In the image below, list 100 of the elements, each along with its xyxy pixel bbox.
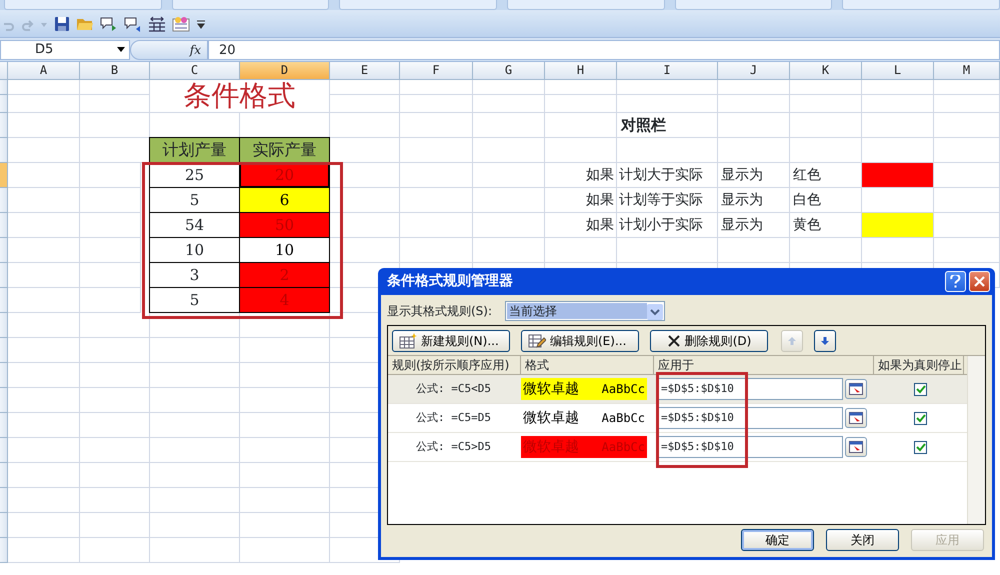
sheet-cell[interactable]: [330, 113, 400, 138]
ribbon-tab[interactable]: [172, 0, 330, 10]
sheet-cell[interactable]: [400, 95, 473, 113]
range-picker-button[interactable]: [845, 379, 867, 399]
sheet-cell[interactable]: [400, 213, 473, 238]
sheet-cell[interactable]: [80, 538, 150, 563]
sheet-cell[interactable]: [80, 263, 141, 288]
sheet-cell[interactable]: [790, 238, 862, 263]
sheet-cell[interactable]: [150, 338, 240, 363]
sheet-cell[interactable]: [80, 388, 150, 413]
column-header[interactable]: E: [330, 62, 400, 80]
sheet-cell[interactable]: [400, 113, 473, 138]
dialog-button[interactable]: 关闭: [826, 529, 899, 551]
row-header[interactable]: [0, 313, 8, 338]
edit-rule-button[interactable]: 编辑规则(E)...: [521, 330, 639, 352]
sheet-cell[interactable]: [790, 113, 862, 138]
sheet-cell[interactable]: [862, 238, 934, 263]
column-header[interactable]: H: [545, 62, 617, 80]
sheet-cell[interactable]: [934, 163, 1000, 188]
dialog-button[interactable]: 确定: [741, 529, 814, 551]
sheet-cell[interactable]: [330, 95, 400, 113]
sheet-cell[interactable]: [718, 113, 790, 138]
help-button[interactable]: [944, 271, 966, 292]
column-header[interactable]: A: [8, 62, 80, 80]
sheet-cell[interactable]: [8, 413, 80, 438]
column-header[interactable]: K: [790, 62, 862, 80]
sheet-cell[interactable]: [80, 413, 150, 438]
sheet-cell[interactable]: [240, 463, 330, 488]
row-header[interactable]: [0, 138, 8, 163]
row-header[interactable]: [0, 488, 8, 513]
range-field[interactable]: =$D$5:$D$10: [657, 436, 843, 458]
sheet-cell[interactable]: [400, 188, 473, 213]
sheet-cell[interactable]: [80, 363, 150, 388]
sheet-cell[interactable]: [150, 388, 240, 413]
sheet-cell[interactable]: [617, 80, 718, 95]
sheet-cell[interactable]: [330, 238, 400, 263]
form-icon[interactable]: [172, 16, 190, 32]
sheet-cell[interactable]: [934, 138, 1000, 163]
insert-function-button[interactable]: fx: [190, 40, 201, 58]
sheet-cell[interactable]: [8, 95, 80, 113]
comment-arrow-icon[interactable]: [124, 16, 142, 32]
sheet-cell[interactable]: [8, 188, 80, 213]
move-down-button[interactable]: [814, 330, 836, 352]
sheet-cell[interactable]: [617, 238, 718, 263]
column-header[interactable]: L: [862, 62, 934, 80]
row-header[interactable]: [0, 413, 8, 438]
sheet-cell[interactable]: [80, 95, 150, 113]
sheet-cell[interactable]: [80, 80, 150, 95]
row-header[interactable]: [0, 338, 8, 363]
column-header[interactable]: M: [934, 62, 1000, 80]
sheet-cell[interactable]: [790, 138, 862, 163]
sheet-cell[interactable]: [150, 513, 240, 538]
stop-if-true-checkbox[interactable]: [914, 440, 927, 454]
range-picker-button[interactable]: [845, 437, 867, 457]
sheet-cell[interactable]: [473, 80, 545, 95]
sheet-cell[interactable]: [8, 138, 80, 163]
sheet-cell[interactable]: [150, 313, 240, 338]
row-header[interactable]: [0, 388, 8, 413]
sheet-cell[interactable]: [8, 163, 80, 188]
sheet-cell[interactable]: [718, 95, 790, 113]
range-field[interactable]: =$D$5:$D$10: [657, 378, 843, 400]
sheet-cell[interactable]: [240, 538, 330, 563]
formula-field[interactable]: 20: [208, 40, 1000, 60]
sheet-cell[interactable]: [150, 538, 240, 563]
sheet-cell[interactable]: [150, 463, 240, 488]
sheet-cell[interactable]: [545, 113, 617, 138]
sheet-cell[interactable]: [80, 113, 150, 138]
column-header[interactable]: F: [400, 62, 473, 80]
select-all-button[interactable]: [0, 62, 8, 80]
rules-scope-dropdown[interactable]: 当前选择: [505, 301, 666, 321]
sheet-cell[interactable]: [80, 338, 150, 363]
column-header[interactable]: D: [240, 62, 330, 80]
sheet-cell[interactable]: [8, 363, 80, 388]
sheet-cell[interactable]: [80, 163, 141, 188]
name-box[interactable]: D5: [0, 40, 130, 60]
row-header[interactable]: [0, 513, 8, 538]
sheet-cell[interactable]: [150, 413, 240, 438]
sheet-cell[interactable]: [80, 463, 150, 488]
sheet-cell[interactable]: [400, 80, 473, 95]
sheet-cell[interactable]: [545, 95, 617, 113]
delete-rule-button[interactable]: 删除规则(D): [650, 330, 768, 352]
sheet-cell[interactable]: [150, 488, 240, 513]
sheet-cell[interactable]: [240, 363, 330, 388]
sheet-cell[interactable]: [473, 163, 545, 188]
sheet-cell[interactable]: [934, 80, 1000, 95]
column-header[interactable]: C: [150, 62, 240, 80]
sheet-cell[interactable]: [934, 213, 1000, 238]
stop-if-true-checkbox[interactable]: [914, 382, 927, 396]
sheet-cell[interactable]: [545, 238, 617, 263]
sheet-cell[interactable]: [80, 313, 150, 338]
new-rule-button[interactable]: 新建规则(N)...: [392, 330, 510, 352]
sheet-cell[interactable]: [8, 238, 80, 263]
sheet-cell[interactable]: [934, 188, 1000, 213]
scrollbar[interactable]: [967, 356, 985, 524]
sheet-cell[interactable]: [400, 138, 473, 163]
sheet-cell[interactable]: [240, 388, 330, 413]
sheet-cell[interactable]: [80, 438, 150, 463]
sheet-cell[interactable]: [934, 113, 1000, 138]
sheet-cell[interactable]: [8, 113, 80, 138]
sheet-cell[interactable]: [545, 138, 617, 163]
